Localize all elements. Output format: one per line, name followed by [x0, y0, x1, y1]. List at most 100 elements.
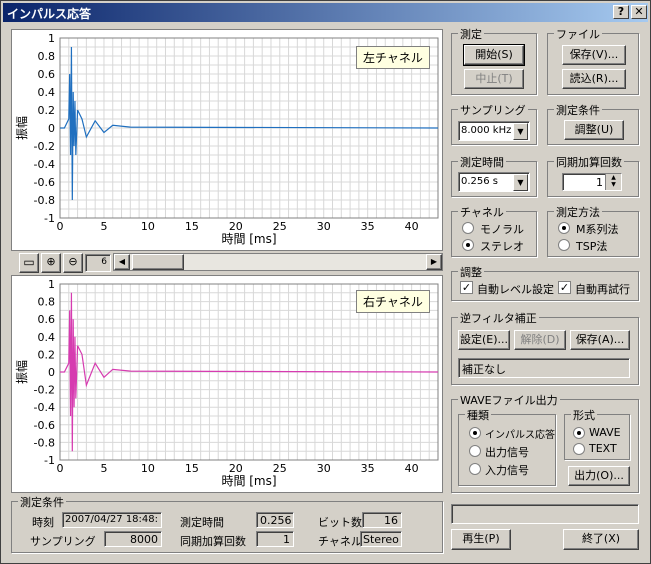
radio-stereo[interactable] [462, 239, 474, 251]
x-tick-label: 10 [141, 462, 155, 475]
y-tick-label: -0.2 [34, 384, 55, 397]
x-tick-label: 5 [100, 462, 107, 475]
scroll-thumb[interactable] [132, 254, 184, 270]
auto-level-label: 自動レベル設定 [477, 283, 554, 296]
adjust-button[interactable]: 調整(U) [564, 120, 624, 140]
zoom-out-icon[interactable]: ⊖ [63, 253, 83, 273]
radio-input-signal[interactable] [469, 463, 481, 475]
filter-release-button[interactable]: 解除(D) [514, 330, 566, 350]
kind-title: 種類 [465, 407, 491, 423]
auto-level-checkbox[interactable]: ✓ [460, 281, 473, 294]
radio-mono[interactable] [462, 222, 474, 234]
save-button[interactable]: 保存(V)... [562, 45, 626, 65]
channel-title: チャネル [458, 204, 506, 220]
output-button[interactable]: 出力(O)... [568, 466, 630, 486]
channel-value: Stereo [360, 531, 402, 547]
y-tick-label: 1 [48, 278, 55, 291]
method-title: 測定方法 [554, 204, 602, 220]
zoom-level: 6 [85, 254, 111, 272]
y-axis-label: 振幅 [14, 360, 29, 384]
stereo-label: ステレオ [480, 240, 524, 253]
start-button[interactable]: 開始(S) [463, 44, 525, 66]
left-channel-label: 左チャネル [356, 46, 430, 69]
auto-retry-label: 自動再試行 [575, 283, 630, 296]
measure-time-title: 測定時間 [458, 154, 506, 170]
sync-input[interactable]: 1 ▲ ▼ [562, 173, 622, 191]
sync-title: 同期加算回数 [554, 154, 624, 170]
y-tick-label: -0.8 [34, 436, 55, 449]
bottom-conditions-group: 測定条件 時刻 2007/04/27 18:48: 測定時間 0.256 ビット… [11, 494, 443, 553]
sync-group: 同期加算回数 1 ▲ ▼ [547, 154, 639, 197]
y-tick-label: -1 [44, 212, 55, 225]
wave-output-title: WAVEファイル出力 [458, 392, 560, 408]
adjustment-title: 調整 [458, 264, 484, 280]
sync-input-value: 1 [596, 176, 603, 189]
sampling-select[interactable]: 8.000 kHz ▼ [458, 121, 530, 141]
mono-label: モノラル [480, 223, 524, 236]
radio-wave[interactable] [573, 427, 585, 439]
tsp-label: TSP法 [576, 240, 608, 253]
x-tick-label: 5 [100, 220, 107, 233]
title-bar: インパルス応答 [3, 3, 648, 22]
zoom-in-icon[interactable]: ⊕ [41, 253, 61, 273]
x-tick-label: 40 [405, 220, 419, 233]
auto-retry-checkbox[interactable]: ✓ [558, 281, 571, 294]
y-tick-label: -0.2 [34, 140, 55, 153]
measure-time-select[interactable]: 0.256 s ▼ [458, 172, 530, 192]
measure-time-group: 測定時間 0.256 s ▼ [451, 154, 537, 197]
adjustment-group: 調整 ✓ 自動レベル設定 ✓ 自動再試行 [451, 264, 639, 301]
y-tick-label: 0 [48, 122, 55, 135]
close-button[interactable]: ✕ [631, 5, 647, 19]
format-title: 形式 [571, 407, 597, 423]
x-axis-label: 時間 [ms] [221, 474, 276, 488]
right-chart-panel: 1 0.8 0.6 0.4 0.2 0 -0.2 -0.4 -0.6 -0.8 -1 0 5 10 15 20… [11, 275, 443, 493]
radio-output-signal[interactable] [469, 445, 481, 457]
play-button[interactable]: 再生(P) [451, 529, 511, 550]
measure-time-value: 0.256 [256, 512, 294, 528]
stop-button[interactable]: 中止(T) [464, 69, 524, 89]
measure-time-label: 測定時間 [180, 516, 224, 529]
radio-text[interactable] [573, 443, 585, 455]
sampling-select-value: 8.000 kHz [461, 125, 512, 136]
y-tick-label: 0.6 [38, 313, 56, 326]
horizontal-scrollbar[interactable]: ◀ ▶ [113, 253, 443, 271]
y-tick-label: 0 [48, 366, 55, 379]
scroll-left-icon[interactable]: ◀ [114, 254, 130, 270]
y-tick-label: 0.8 [38, 50, 56, 63]
sync-label: 同期加算回数 [180, 535, 246, 548]
radio-tsp[interactable] [558, 239, 570, 251]
radio-m-sequence[interactable] [558, 222, 570, 234]
series-line [60, 46, 439, 201]
format-group: 形式 WAVE TEXT [564, 407, 630, 460]
x-tick-label: 15 [185, 220, 199, 233]
help-button[interactable]: ? [613, 5, 629, 19]
wave-format-label: WAVE [589, 426, 621, 439]
filter-save-button[interactable]: 保存(A)... [570, 330, 630, 350]
bits-label: ビット数 [318, 516, 362, 529]
radio-impulse[interactable] [469, 427, 481, 439]
impulse-label: インパルス応答 [485, 430, 555, 441]
fit-icon[interactable]: ▭ [19, 253, 39, 273]
channel-label: チャネル [318, 535, 362, 548]
text-format-label: TEXT [589, 442, 617, 455]
x-tick-label: 30 [317, 462, 331, 475]
conditions-title: 測定条件 [554, 102, 602, 118]
x-tick-label: 35 [361, 462, 375, 475]
status-bar [451, 504, 639, 524]
x-tick-label: 0 [57, 462, 64, 475]
inverse-filter-title: 逆フィルタ補正 [458, 310, 539, 326]
conditions-group: 測定条件 調整(U) [547, 102, 639, 145]
y-tick-label: -0.4 [34, 158, 55, 171]
scroll-right-icon[interactable]: ▶ [426, 254, 442, 270]
exit-button[interactable]: 終了(X) [563, 529, 639, 550]
filter-set-button[interactable]: 設定(E)... [458, 330, 510, 350]
y-tick-label: 0.8 [38, 296, 56, 309]
spin-icon[interactable]: ▲ ▼ [605, 174, 621, 190]
left-chart-panel: 1 0.8 0.6 0.4 0.2 0 -0.2 -0.4 -0.6 -0.8 -1 0 5 10 15 20… [11, 29, 443, 251]
x-tick-label: 35 [361, 220, 375, 233]
chevron-down-icon[interactable]: ▼ [513, 123, 528, 140]
chevron-down-icon[interactable]: ▼ [513, 174, 528, 191]
load-button[interactable]: 読込(R)... [562, 69, 626, 89]
x-tick-label: 10 [141, 220, 155, 233]
y-tick-label: -0.6 [34, 176, 55, 189]
